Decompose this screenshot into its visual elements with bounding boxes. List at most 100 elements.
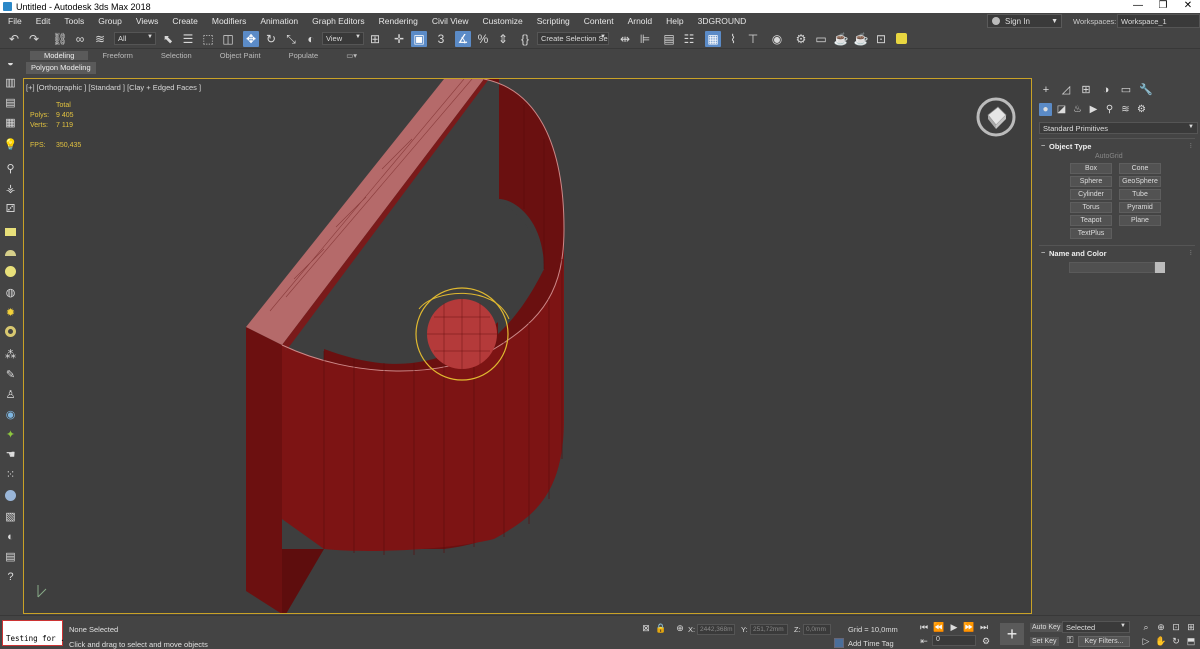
menu-graph-editors[interactable]: Graph Editors [304,16,370,26]
pan-icon[interactable]: ✋ [1155,635,1167,647]
unlink-icon[interactable]: ∞ [72,31,88,47]
time-config-icon[interactable]: ⚙ [980,635,992,647]
scatter-icon[interactable]: ⁙ [3,468,18,483]
cameras-icon[interactable]: ▶ [1087,103,1100,116]
menu-arnold[interactable]: Arnold [620,16,659,26]
menu-content[interactable]: Content [576,16,620,26]
menu-create[interactable]: Create [164,16,204,26]
zoom-extents-all-icon[interactable]: ⊞ [1185,621,1197,633]
pivot-center-icon[interactable]: ⊞ [367,31,383,47]
script-icon[interactable]: ▤ [3,550,18,565]
menu-scripting[interactable]: Scripting [529,16,576,26]
object-type-rollout[interactable]: − Object Type ⁝ [1039,138,1195,151]
angle-snap-icon[interactable]: ∡ [455,31,471,47]
globe-icon[interactable]: ◉ [3,408,18,423]
undo-icon[interactable]: ↶ [6,31,22,47]
zoom-all-icon[interactable]: ⊕ [1155,621,1167,633]
cylinder-button[interactable]: Cylinder [1070,189,1112,200]
box-prim-icon[interactable] [3,226,18,241]
menu-civil-view[interactable]: Civil View [424,16,475,26]
object-name-field[interactable] [1069,262,1155,273]
redo-icon[interactable]: ↷ [26,31,42,47]
sphere-prim-icon[interactable] [3,266,18,281]
spinner-snap-icon[interactable]: ⇕ [495,31,511,47]
menu-modifiers[interactable]: Modifiers [204,16,252,26]
render-setup-icon[interactable]: ⚙ [793,31,809,47]
perspective-viewport[interactable]: [+] [Orthographic ] [Standard ] [Clay + … [23,78,1032,614]
pyramid-button[interactable]: Pyramid [1119,202,1161,213]
material-editor-icon[interactable]: ◉ [769,31,785,47]
menu-animation[interactable]: Animation [252,16,304,26]
menu-help[interactable]: Help [658,16,689,26]
lamp-icon[interactable]: 💡 [3,138,18,153]
lights-icon[interactable]: ♨ [1071,103,1084,116]
manipulate-icon[interactable]: ✛ [391,31,407,47]
select-object-icon[interactable]: ⬉ [160,31,176,47]
goto-end-icon[interactable]: ⏭ [978,621,990,633]
cone-button[interactable]: Cone [1119,163,1161,174]
menu-tools[interactable]: Tools [56,16,90,26]
mirror-icon[interactable]: ⇹ [617,31,633,47]
spacewarps-sub-icon[interactable]: ≋ [1119,103,1132,116]
maximize-viewport-icon[interactable]: ⬒ [1185,635,1197,647]
set-key-button[interactable]: Set Key [1030,637,1059,646]
isolate-icon[interactable]: ⊠ [640,622,652,634]
menu-views[interactable]: Views [128,16,165,26]
android-icon[interactable]: ✦ [3,428,18,443]
sphere-button[interactable]: Sphere [1070,176,1112,187]
polygon-modeling-panel[interactable]: Polygon Modeling [26,62,96,74]
key-icon[interactable]: ⚿ [1064,635,1076,647]
menu-rendering[interactable]: Rendering [371,16,424,26]
spacewarp-icon[interactable]: ⚶ [3,182,18,197]
shapes-icon[interactable]: ◪ [1055,103,1068,116]
fov-icon[interactable]: ▷ [1140,635,1152,647]
hierarchy-tab-icon[interactable]: ⊞ [1079,83,1093,97]
autogrid-checkbox[interactable]: AutoGrid [1095,153,1123,160]
maxscript-listener[interactable]: Testing for . [2,620,65,646]
render-elements-icon[interactable]: ▧ [3,510,18,525]
select-move-icon[interactable]: ✥ [243,31,259,47]
list-side-icon[interactable]: ▦ [3,116,18,131]
edit-named-selection-icon[interactable]: {} [517,31,533,47]
textplus-button[interactable]: TextPlus [1070,228,1112,239]
render-production-icon[interactable]: ☕ [833,31,849,47]
viewport-label[interactable]: [+] [Orthographic ] [Standard ] [Clay + … [26,83,201,92]
geosphere-button[interactable]: GeoSphere [1119,176,1161,187]
object-color-swatch[interactable] [1155,262,1165,273]
auto-key-button[interactable]: Auto Key [1030,623,1063,632]
tab-populate[interactable]: Populate [275,51,333,60]
menu-group[interactable]: Group [90,16,128,26]
align-icon[interactable]: ⊫ [637,31,653,47]
ref-coord-select[interactable]: View ▼ [322,32,364,45]
layer-explorer-icon[interactable]: ☷ [681,31,697,47]
display-tab-icon[interactable]: ▭ [1119,83,1133,97]
tube-button[interactable]: Tube [1119,189,1161,200]
orbit-icon[interactable]: ↻ [1170,635,1182,647]
keyboard-shortcut-override-icon[interactable]: ▣ [411,31,427,47]
key-mode-icon[interactable]: ⇤ [918,635,930,647]
zoom-icon[interactable]: ⌕ [1140,621,1152,633]
create-tab-icon[interactable]: + [1039,83,1053,97]
scene-explorer-side-icon[interactable]: ▥ [3,76,18,91]
selection-lock-icon[interactable]: 🔒 [655,622,667,634]
current-frame-input[interactable]: 0 [932,635,976,646]
menu-customize[interactable]: Customize [475,16,529,26]
select-place-icon[interactable]: ◐ [303,31,319,47]
play-icon[interactable]: ▶ [948,621,960,633]
snaps-toggle-icon[interactable]: 3 [433,31,449,47]
menu-3dground[interactable]: 3DGROUND [690,16,753,26]
plane-button[interactable]: Plane [1119,215,1161,226]
teapot-button[interactable]: Teapot [1070,215,1112,226]
viewport-layout-icon[interactable]: ◒ [3,56,18,71]
render-iterative-icon[interactable]: ☕ [853,31,869,47]
curve-editor-icon[interactable]: ⌇ [725,31,741,47]
zoom-extents-icon[interactable]: ⊡ [1170,621,1182,633]
select-scale-icon[interactable]: ⤡ [283,31,299,47]
help-icon[interactable]: ? [3,570,18,585]
set-key-plus-icon[interactable]: + [1000,623,1024,645]
render-in-cloud-icon[interactable]: ⊡ [873,31,889,47]
geometry-icon[interactable]: ● [1039,103,1052,116]
motion-tab-icon[interactable]: ◑ [1099,83,1113,97]
layer-side-icon[interactable]: ▤ [3,96,18,111]
percent-snap-icon[interactable]: % [475,31,491,47]
